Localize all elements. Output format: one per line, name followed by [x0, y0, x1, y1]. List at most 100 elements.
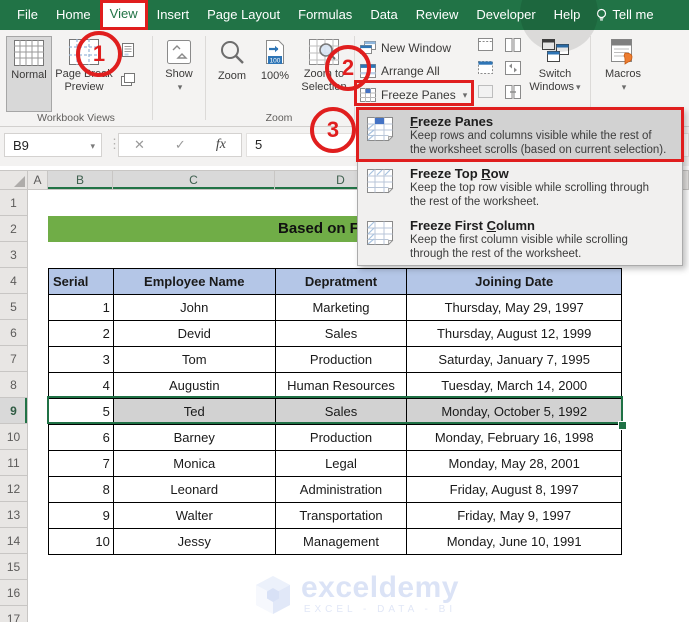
tab-review[interactable]: Review [407, 0, 468, 30]
zoom-100-button[interactable]: 100 100% [255, 36, 295, 110]
table-cell[interactable]: Augustin [113, 373, 276, 399]
tab-home[interactable]: Home [47, 0, 100, 30]
tab-page-layout[interactable]: Page Layout [198, 0, 289, 30]
tab-view[interactable]: View [99, 0, 148, 30]
name-box-dropdown-arrow[interactable]: ▾ [90, 134, 95, 158]
table-cell[interactable]: Ted [113, 399, 276, 425]
reset-window-position-icon[interactable] [505, 85, 521, 99]
tab-formulas[interactable]: Formulas [289, 0, 361, 30]
page-layout-view-icon[interactable] [120, 42, 138, 60]
table-cell[interactable]: 10 [49, 529, 114, 555]
column-header-A[interactable]: A [28, 170, 48, 190]
table-cell[interactable]: Friday, May 9, 1997 [407, 503, 622, 529]
active-cell[interactable]: 5 [49, 399, 114, 425]
row-header-3[interactable]: 3 [0, 242, 28, 268]
new-window-button[interactable]: New Window [360, 38, 451, 58]
synchronous-scrolling-icon[interactable] [505, 61, 521, 75]
table-cell[interactable]: Production [275, 347, 408, 373]
row-header-15[interactable]: 15 [0, 554, 28, 580]
select-all-corner[interactable] [0, 170, 28, 190]
normal-view-button[interactable]: Normal [6, 36, 52, 112]
row-header-5[interactable]: 5 [0, 294, 28, 320]
arrange-all-button[interactable]: Arrange All [360, 61, 440, 81]
table-cell[interactable]: Friday, August 8, 1997 [407, 477, 622, 503]
table-cell[interactable]: Monica [113, 451, 276, 477]
table-cell[interactable]: Walter [113, 503, 276, 529]
selection-fill-handle[interactable] [618, 421, 627, 430]
insert-function-icon[interactable]: fx [216, 137, 226, 153]
row-header-6[interactable]: 6 [0, 320, 28, 346]
table-cell[interactable]: 6 [49, 425, 114, 451]
menu-item-freeze-top-row[interactable]: Freeze Top Row Keep the top row visible … [358, 161, 682, 213]
row-header-14[interactable]: 14 [0, 528, 28, 554]
tab-file[interactable]: File [8, 0, 47, 30]
macros-button[interactable]: Macros ▾ [598, 36, 648, 110]
table-cell[interactable]: Tuesday, March 14, 2000 [407, 373, 622, 399]
table-cell[interactable]: 1 [49, 295, 114, 321]
column-header-B[interactable]: B [48, 170, 113, 190]
table-cell[interactable]: 2 [49, 321, 114, 347]
tab-insert[interactable]: Insert [148, 0, 199, 30]
name-box[interactable]: B9 ▾ [4, 133, 102, 157]
view-side-by-side-icon[interactable] [505, 38, 521, 52]
table-cell[interactable]: Thursday, August 12, 1999 [407, 321, 622, 347]
row-header-12[interactable]: 12 [0, 476, 28, 502]
show-button[interactable]: Show ▾ [158, 36, 200, 110]
custom-views-icon[interactable] [120, 72, 138, 90]
table-cell[interactable]: Sales [275, 321, 408, 347]
table-cell[interactable]: Devid [113, 321, 276, 347]
row-header-10[interactable]: 10 [0, 424, 28, 450]
table-cell[interactable]: Thursday, May 29, 1997 [407, 295, 622, 321]
table-cell[interactable]: Sales [275, 399, 408, 425]
split-icon[interactable] [478, 38, 493, 51]
table-cell[interactable]: John [113, 295, 276, 321]
table-header-cell[interactable]: Employee Name [113, 269, 276, 295]
tab-tell-me[interactable]: Tell me [610, 0, 662, 30]
row-header-8[interactable]: 8 [0, 372, 28, 398]
menu-item-freeze-first-column[interactable]: Freeze First Column Keep the first colum… [358, 213, 682, 265]
menu-item-freeze-panes[interactable]: Freeze Panes Keep rows and columns visib… [358, 109, 682, 161]
table-cell[interactable]: Monday, May 28, 2001 [407, 451, 622, 477]
table-cell[interactable]: Legal [275, 451, 408, 477]
table-header-cell[interactable]: Joining Date [407, 269, 622, 295]
row-header-7[interactable]: 7 [0, 346, 28, 372]
row-header-11[interactable]: 11 [0, 450, 28, 476]
tab-data[interactable]: Data [361, 0, 406, 30]
table-cell[interactable]: Transportation [275, 503, 408, 529]
table-cell[interactable]: Production [275, 425, 408, 451]
table-cell[interactable]: 3 [49, 347, 114, 373]
table-cell[interactable]: Saturday, January 7, 1995 [407, 347, 622, 373]
row-header-17[interactable]: 17 [0, 606, 28, 622]
table-cell[interactable]: 7 [49, 451, 114, 477]
row-header-1[interactable]: 1 [0, 190, 28, 216]
table-cell[interactable]: Administration [275, 477, 408, 503]
zoom-button[interactable]: Zoom [210, 36, 254, 110]
table-cell[interactable]: 9 [49, 503, 114, 529]
table-cell[interactable]: Management [275, 529, 408, 555]
table-header-cell[interactable]: Depratment [275, 269, 408, 295]
tab-developer[interactable]: Developer [467, 0, 544, 30]
table-cell[interactable]: Barney [113, 425, 276, 451]
row-header-9[interactable]: 9 [0, 398, 28, 424]
row-header-4[interactable]: 4 [0, 268, 28, 294]
table-cell[interactable]: Human Resources [275, 373, 408, 399]
table-cell[interactable]: Monday, October 5, 1992 [407, 399, 622, 425]
table-cell[interactable]: Leonard [113, 477, 276, 503]
table-cell[interactable]: Tom [113, 347, 276, 373]
page-break-preview-button[interactable]: Page Break Preview [52, 36, 116, 110]
table-cell[interactable]: 8 [49, 477, 114, 503]
hide-icon[interactable] [478, 61, 493, 74]
table-cell[interactable]: Monday, February 16, 1998 [407, 425, 622, 451]
freeze-panes-button[interactable]: Freeze Panes ▾ [360, 85, 467, 105]
cancel-icon[interactable]: ✕ [134, 137, 145, 153]
column-header-C[interactable]: C [113, 170, 275, 190]
table-header-cell[interactable]: Serial [49, 269, 114, 295]
row-header-2[interactable]: 2 [0, 216, 28, 242]
tab-help[interactable]: Help [545, 0, 590, 30]
table-cell[interactable]: 4 [49, 373, 114, 399]
row-header-13[interactable]: 13 [0, 502, 28, 528]
table-cell[interactable]: Jessy [113, 529, 276, 555]
zoom-to-selection-button[interactable]: Zoom to Selection [296, 36, 352, 110]
row-header-16[interactable]: 16 [0, 580, 28, 606]
table-cell[interactable]: Monday, June 10, 1991 [407, 529, 622, 555]
